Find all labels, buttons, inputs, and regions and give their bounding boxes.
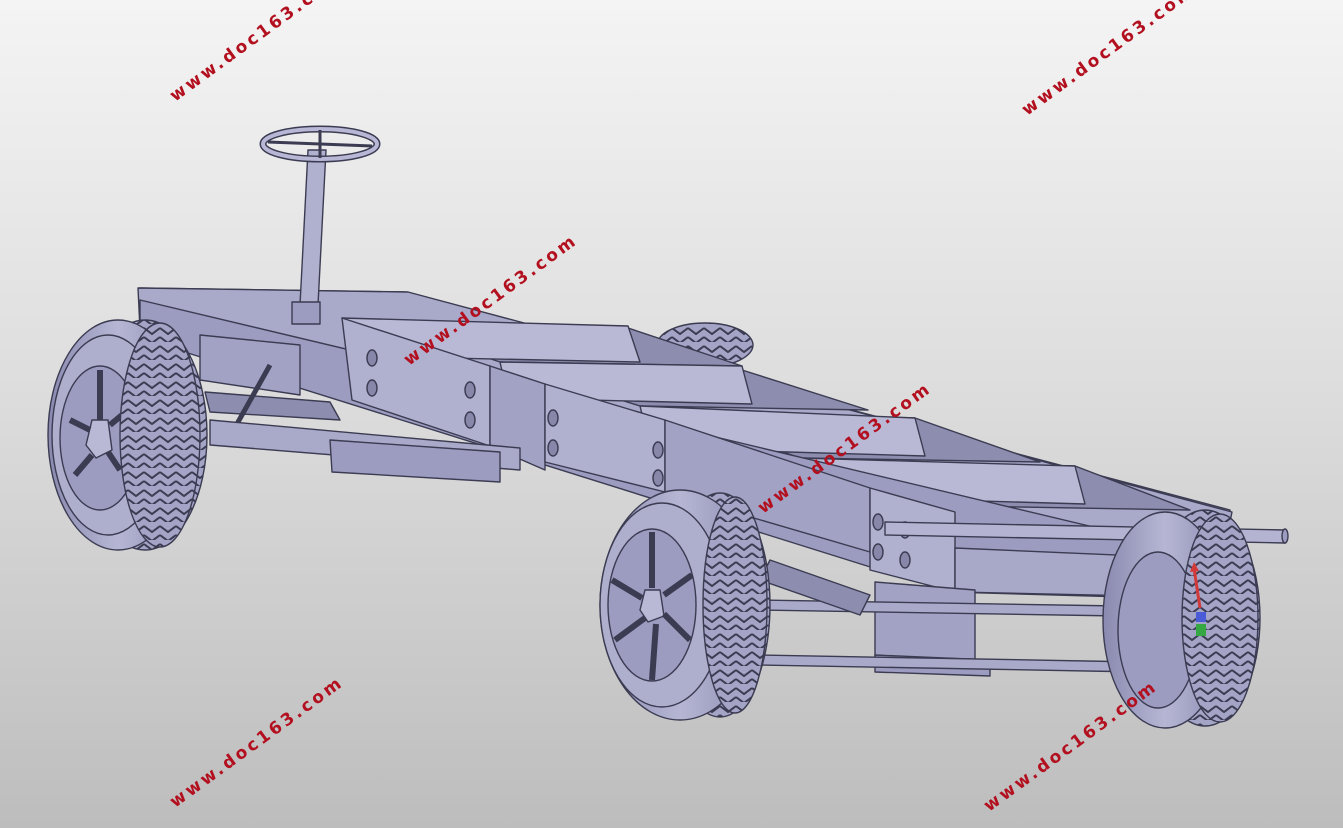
front-left-wheel <box>47 319 208 551</box>
coordinate-triad-icon <box>1190 562 1206 636</box>
steering-wheel[interactable] <box>259 125 381 163</box>
cad-3d-viewport[interactable]: www.doc163.com www.doc163.com www.doc163… <box>0 0 1343 828</box>
middle-right-wheel <box>599 489 771 721</box>
